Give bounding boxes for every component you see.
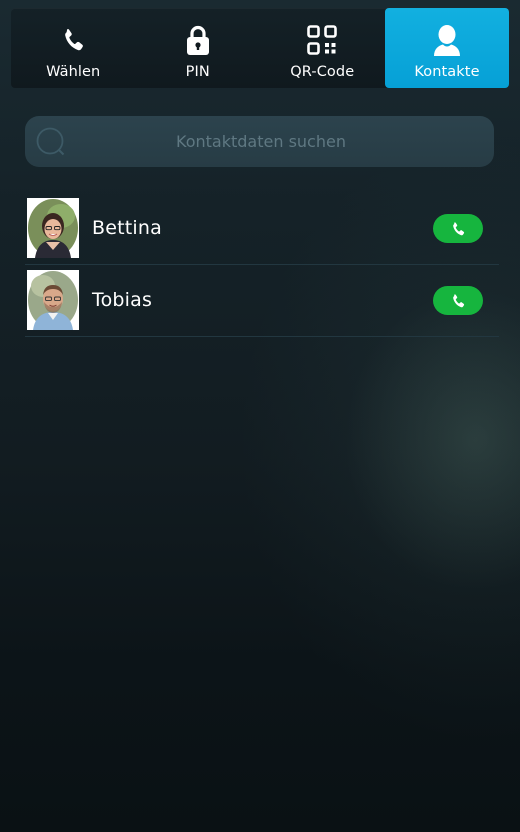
avatar <box>27 270 79 330</box>
avatar <box>27 198 79 258</box>
contact-row-bettina[interactable]: Bettina <box>25 193 499 265</box>
tab-kontakte[interactable]: Kontakte <box>385 8 509 88</box>
call-button[interactable] <box>433 214 483 243</box>
contact-name: Bettina <box>92 217 162 239</box>
tab-pin[interactable]: PIN <box>136 8 261 88</box>
phone-icon <box>453 293 465 307</box>
search-bar <box>25 116 494 167</box>
search-input[interactable] <box>81 116 441 167</box>
contact-name: Tobias <box>92 289 153 311</box>
tab-waehlen-label: Wählen <box>46 64 101 80</box>
contact-list: Bettina Tobias <box>25 193 499 337</box>
person-icon <box>430 23 464 57</box>
tab-kontakte-label: Kontakte <box>414 64 480 80</box>
lock-icon <box>181 23 215 57</box>
tab-pin-label: PIN <box>185 64 210 80</box>
tab-waehlen[interactable]: Wählen <box>11 8 136 88</box>
tab-qr-code[interactable]: QR-Code <box>260 8 385 88</box>
qr-code-icon <box>305 23 339 57</box>
phone-icon <box>56 23 90 57</box>
contact-row-tobias[interactable]: Tobias <box>25 265 499 337</box>
tab-qr-code-label: QR-Code <box>290 64 355 80</box>
tab-bar: Wählen PIN QR-Code Kontakte <box>11 8 509 88</box>
search-icon <box>36 127 66 157</box>
phone-icon <box>453 221 465 235</box>
call-button[interactable] <box>433 286 483 315</box>
